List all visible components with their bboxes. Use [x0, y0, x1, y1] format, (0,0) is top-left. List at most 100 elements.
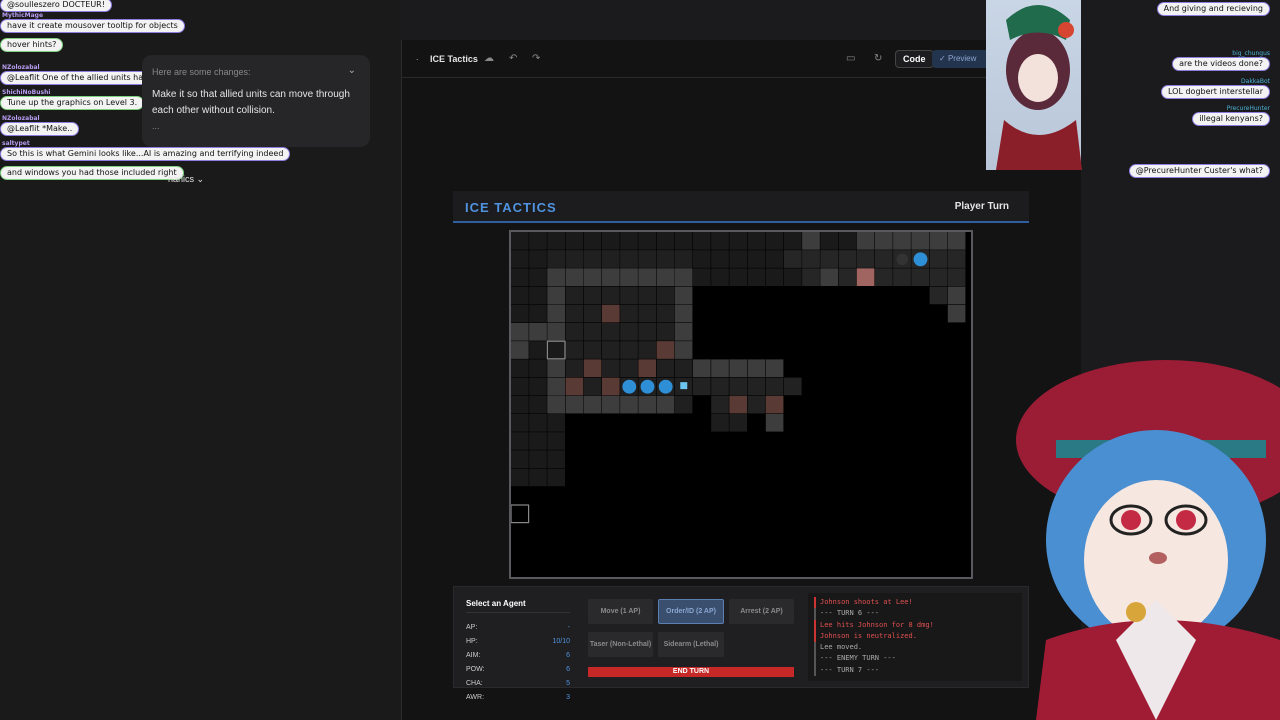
- wall-tile[interactable]: [875, 232, 893, 250]
- floor-tile[interactable]: [529, 341, 547, 359]
- floor-tile[interactable]: [529, 468, 547, 487]
- floor-tile[interactable]: [547, 450, 565, 468]
- wall-tile[interactable]: [947, 232, 966, 250]
- preview-button[interactable]: ✓ Preview: [932, 50, 990, 68]
- floor-tile[interactable]: [784, 250, 802, 268]
- floor-tile[interactable]: [620, 232, 638, 250]
- wall-tile[interactable]: [547, 395, 565, 414]
- floor-tile[interactable]: [693, 232, 711, 250]
- floor-tile[interactable]: [947, 268, 966, 286]
- floor-tile[interactable]: [693, 268, 711, 286]
- floor-tile[interactable]: [529, 232, 547, 250]
- mechanics-toggle[interactable]: hanics ⌄: [168, 174, 204, 185]
- hazard-tile[interactable]: [602, 377, 620, 396]
- floor-tile[interactable]: [875, 250, 893, 268]
- wall-tile[interactable]: [656, 395, 675, 414]
- floor-tile[interactable]: [820, 250, 838, 268]
- wall-tile[interactable]: [529, 323, 547, 341]
- floor-tile[interactable]: [583, 304, 602, 323]
- wall-tile[interactable]: [856, 232, 875, 250]
- hazard-tile[interactable]: [856, 268, 875, 286]
- floor-tile[interactable]: [711, 377, 729, 396]
- game-map[interactable]: [509, 230, 973, 579]
- wall-tile[interactable]: [674, 341, 693, 359]
- floor-tile[interactable]: [656, 323, 675, 341]
- floor-tile[interactable]: [638, 286, 656, 305]
- floor-tile[interactable]: [511, 232, 529, 250]
- cloud-icon[interactable]: ☁: [484, 53, 494, 64]
- floor-tile[interactable]: [529, 359, 547, 377]
- wall-tile[interactable]: [602, 268, 620, 286]
- floor-tile[interactable]: [856, 250, 875, 268]
- wall-tile[interactable]: [547, 377, 565, 396]
- end-turn-button[interactable]: END TURN: [588, 667, 794, 677]
- floor-tile[interactable]: [529, 414, 547, 432]
- floor-tile[interactable]: [620, 323, 638, 341]
- wall-tile[interactable]: [747, 359, 766, 377]
- hazard-tile[interactable]: [765, 395, 784, 414]
- chevron-down-icon[interactable]: ⌄: [348, 65, 356, 76]
- wall-tile[interactable]: [674, 323, 693, 341]
- move-button[interactable]: Move (1 AP): [588, 599, 653, 624]
- floor-tile[interactable]: [765, 232, 784, 250]
- floor-tile[interactable]: [838, 232, 857, 250]
- wall-tile[interactable]: [911, 232, 929, 250]
- floor-tile[interactable]: [729, 232, 747, 250]
- floor-tile[interactable]: [529, 432, 547, 450]
- floor-tile[interactable]: [565, 250, 584, 268]
- wall-tile[interactable]: [511, 341, 529, 359]
- floor-tile[interactable]: [747, 268, 766, 286]
- wall-tile[interactable]: [620, 268, 638, 286]
- floor-tile[interactable]: [511, 268, 529, 286]
- exit-tile[interactable]: [511, 504, 530, 524]
- floor-tile[interactable]: [802, 268, 820, 286]
- floor-tile[interactable]: [583, 377, 602, 396]
- floor-tile[interactable]: [620, 286, 638, 305]
- floor-tile[interactable]: [784, 377, 802, 396]
- floor-tile[interactable]: [693, 377, 711, 396]
- floor-tile[interactable]: [656, 232, 675, 250]
- wall-tile[interactable]: [565, 395, 584, 414]
- floor-tile[interactable]: [893, 268, 911, 286]
- floor-tile[interactable]: [547, 250, 565, 268]
- floor-tile[interactable]: [511, 304, 529, 323]
- wall-tile[interactable]: [947, 286, 966, 305]
- floor-tile[interactable]: [547, 414, 565, 432]
- wall-tile[interactable]: [620, 395, 638, 414]
- hazard-tile[interactable]: [602, 304, 620, 323]
- floor-tile[interactable]: [711, 232, 729, 250]
- floor-tile[interactable]: [529, 304, 547, 323]
- floor-tile[interactable]: [529, 286, 547, 305]
- floor-tile[interactable]: [620, 304, 638, 323]
- floor-tile[interactable]: [929, 250, 948, 268]
- floor-tile[interactable]: [511, 359, 529, 377]
- floor-tile[interactable]: [911, 268, 929, 286]
- wall-tile[interactable]: [547, 268, 565, 286]
- floor-tile[interactable]: [511, 286, 529, 305]
- wall-tile[interactable]: [765, 359, 784, 377]
- floor-tile[interactable]: [511, 377, 529, 396]
- wall-tile[interactable]: [674, 286, 693, 305]
- floor-tile[interactable]: [511, 414, 529, 432]
- neutral-unit[interactable]: [896, 253, 909, 266]
- floor-tile[interactable]: [765, 268, 784, 286]
- wall-tile[interactable]: [565, 268, 584, 286]
- floor-tile[interactable]: [729, 268, 747, 286]
- hazard-tile[interactable]: [638, 359, 656, 377]
- floor-tile[interactable]: [602, 286, 620, 305]
- wall-tile[interactable]: [511, 323, 529, 341]
- floor-tile[interactable]: [583, 232, 602, 250]
- wall-tile[interactable]: [765, 414, 784, 432]
- floor-tile[interactable]: [511, 250, 529, 268]
- floor-tile[interactable]: [747, 232, 766, 250]
- floor-tile[interactable]: [529, 395, 547, 414]
- floor-tile[interactable]: [602, 232, 620, 250]
- wall-tile[interactable]: [674, 304, 693, 323]
- floor-tile[interactable]: [620, 250, 638, 268]
- wall-tile[interactable]: [693, 359, 711, 377]
- hazard-tile[interactable]: [729, 395, 747, 414]
- floor-tile[interactable]: [529, 268, 547, 286]
- floor-tile[interactable]: [656, 359, 675, 377]
- floor-tile[interactable]: [638, 341, 656, 359]
- allied-unit[interactable]: [622, 379, 637, 394]
